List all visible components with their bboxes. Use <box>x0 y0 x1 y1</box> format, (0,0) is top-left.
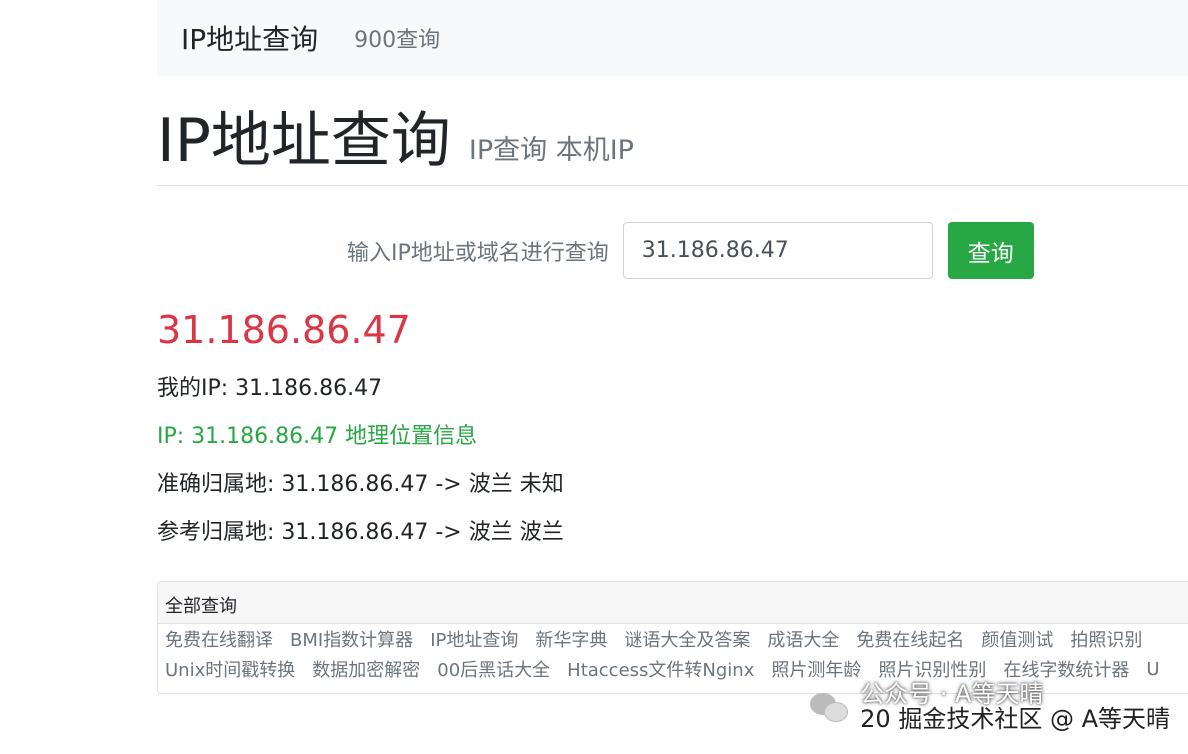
query-link[interactable]: 新华字典 <box>535 626 607 652</box>
query-link[interactable]: 谜语大全及答案 <box>624 626 750 652</box>
query-link[interactable]: 照片测年龄 <box>771 656 861 682</box>
main-content: IP地址查询 IP查询 本机IP 输入IP地址或域名进行查询 查询 31.186… <box>157 76 1188 694</box>
page-subtitle: IP查询 本机IP <box>468 135 634 166</box>
watermark-line-1: 公众号 · A等天晴 <box>860 680 1044 708</box>
query-form: 输入IP地址或域名进行查询 查询 <box>347 222 1034 279</box>
query-link[interactable]: 免费在线翻译 <box>165 626 273 652</box>
query-links-row-1: 免费在线翻译 BMI指数计算器 IP地址查询 新华字典 谜语大全及答案 成语大全… <box>158 624 1188 654</box>
page-header: IP地址查询 IP查询 本机IP <box>157 76 1188 186</box>
query-link[interactable]: IP地址查询 <box>430 626 518 652</box>
query-link[interactable]: 00后黑话大全 <box>437 656 550 682</box>
navbar: IP地址查询 900查询 <box>157 0 1188 76</box>
all-queries-card: 全部查询 免费在线翻译 BMI指数计算器 IP地址查询 新华字典 谜语大全及答案… <box>157 581 1188 694</box>
query-link[interactable]: Htaccess文件转Nginx <box>567 656 754 682</box>
nav-link-900[interactable]: 900查询 <box>354 22 440 54</box>
query-label: 输入IP地址或域名进行查询 <box>347 240 609 266</box>
page-title: IP地址查询 <box>157 106 451 176</box>
query-link[interactable]: 颜值测试 <box>981 626 1053 652</box>
reference-location: 参考归属地: 31.186.86.47 -> 波兰 波兰 <box>157 520 564 545</box>
watermark-line-2: 20 掘金技术社区 @ A等天晴 <box>860 705 1170 734</box>
query-button[interactable]: 查询 <box>947 222 1034 279</box>
query-link[interactable]: 数据加密解密 <box>312 656 420 682</box>
query-link[interactable]: 照片识别性别 <box>878 656 986 682</box>
geo-info-link[interactable]: IP: 31.186.86.47 地理位置信息 <box>157 418 477 450</box>
watermark: 公众号 · A等天晴 20 掘金技术社区 @ A等天晴 <box>810 680 1170 734</box>
result-ip: 31.186.86.47 <box>157 308 411 352</box>
accurate-location: 准确归属地: 31.186.86.47 -> 波兰 未知 <box>157 472 564 497</box>
query-link[interactable]: 在线字数统计器 <box>1003 656 1129 682</box>
query-link[interactable]: 免费在线起名 <box>856 626 964 652</box>
query-link[interactable]: U <box>1146 659 1159 680</box>
navbar-brand[interactable]: IP地址查询 <box>181 18 318 58</box>
my-ip-text: 我的IP: 31.186.86.47 <box>157 376 383 401</box>
query-link[interactable]: Unix时间戳转换 <box>165 656 295 682</box>
ip-input[interactable] <box>622 222 933 279</box>
query-link[interactable]: 拍照识别 <box>1070 626 1142 652</box>
query-link[interactable]: BMI指数计算器 <box>290 626 413 652</box>
all-queries-title: 全部查询 <box>158 582 1188 624</box>
wechat-icon <box>810 691 850 723</box>
query-link[interactable]: 成语大全 <box>767 626 839 652</box>
